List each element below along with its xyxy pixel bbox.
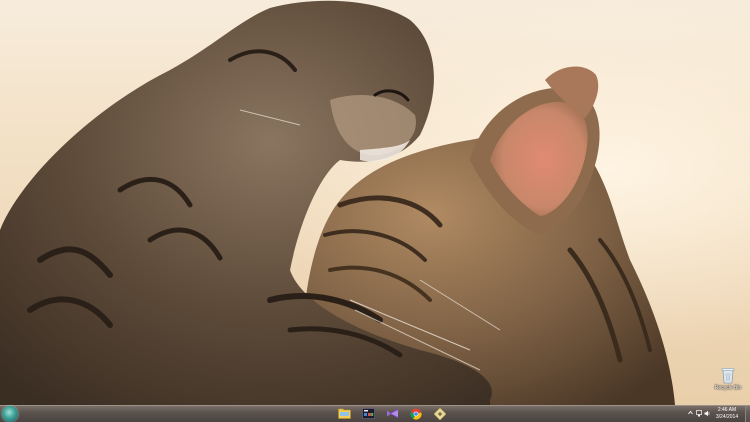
clock-date: 3/24/2014	[715, 414, 739, 420]
recycle-bin-label: Recycle Bin	[714, 385, 742, 391]
taskbar-clock[interactable]: 2:46 AM 3/24/2014	[710, 407, 744, 421]
taskbar-pinned-apps	[334, 406, 450, 422]
visual-studio-icon	[386, 408, 398, 419]
windows-orb-icon[interactable]	[2, 406, 18, 422]
wallpaper-cats-photo	[0, 0, 675, 405]
start-menu-app-icon	[361, 408, 375, 419]
taskbar-button-visual-studio[interactable]	[382, 406, 402, 421]
taskbar-button-start-menu-app[interactable]	[358, 406, 378, 421]
taskbar: 2:46 AM 3/24/2014	[0, 405, 750, 422]
file-explorer-icon	[337, 408, 351, 419]
network-icon[interactable]	[696, 410, 702, 417]
recycle-bin-icon	[721, 368, 735, 384]
taskbar-button-chrome[interactable]	[406, 406, 426, 421]
show-desktop-button[interactable]	[745, 406, 750, 422]
show-hidden-icons-chevron-icon[interactable]	[688, 410, 693, 416]
chrome-icon	[410, 408, 422, 420]
desktop-icon-recycle-bin[interactable]: Recycle Bin	[712, 366, 744, 392]
notification-area	[688, 406, 712, 422]
desktop: Recycle Bin	[0, 0, 750, 405]
pinned-app-icon	[434, 407, 446, 420]
taskbar-button-file-explorer[interactable]	[334, 406, 354, 421]
taskbar-button-pinned-app[interactable]	[430, 406, 450, 421]
clock-time: 2:46 AM	[717, 407, 737, 413]
